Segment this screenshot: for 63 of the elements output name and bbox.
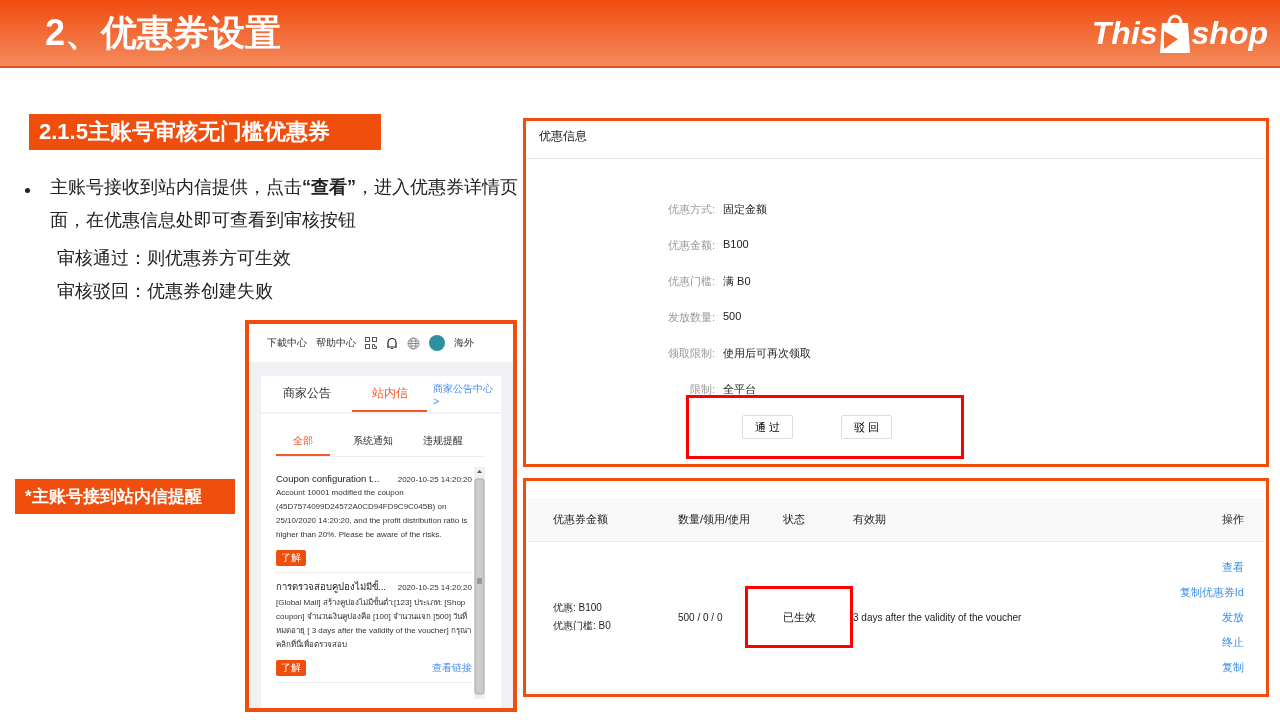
column-header: 有效期	[853, 512, 887, 527]
message-title: Coupon configuration t...	[276, 473, 380, 484]
column-header: 数量/领用/使用	[678, 512, 752, 527]
field-value: 使用后可再次领取	[723, 346, 811, 361]
filter-tab[interactable]: 系统通知	[346, 434, 400, 456]
avatar-icon[interactable]	[429, 335, 445, 351]
table-cell-text: 3 days after the validity of the voucher	[853, 611, 1023, 623]
filter-tab[interactable]: 违规提醒	[416, 434, 470, 456]
bullet-icon	[25, 188, 30, 193]
action-link[interactable]: 复制优惠券Id	[1179, 584, 1244, 600]
acknowledge-button[interactable]: 了解	[276, 550, 306, 566]
table-cell-text: 优惠门槛: B0	[553, 619, 612, 633]
action-link[interactable]: 复制	[1222, 659, 1244, 675]
note-text: 审核驳回：优惠券创建失败	[56, 280, 274, 303]
field-value: 全平台	[723, 382, 756, 397]
action-link[interactable]: 终止	[1222, 634, 1244, 650]
bullet-text: 主账号接收到站内信提供，点击“查看”，进入优惠券详情页面，在优惠信息处即可查看到审核按钮	[50, 176, 519, 232]
field-label: 限制:	[688, 382, 715, 397]
shopping-bag-icon	[1159, 13, 1190, 53]
field-value: 固定金额	[723, 202, 767, 217]
column-header: 优惠券金额	[552, 512, 609, 527]
globe-icon[interactable]	[407, 336, 420, 350]
message-body: [Global Mall] สร้างคูปองไม่มีขั้นต่ำ:[123] ประเภท: [Shop coupon] จำนวนเงินคูปองคือ [100] จำนวนแจก [500] วันที่หมดอายุ [ 3 days after the validity of the voucher] กรุณาคลิกที่นี่เพื่อตรวจสอบ	[276, 596, 472, 651]
region-label[interactable]: 海外	[454, 336, 474, 350]
announcement-center-link[interactable]: 商家公告中心 >	[433, 381, 501, 407]
logo-text: This	[1091, 14, 1158, 52]
view-link[interactable]: 查看链接	[432, 661, 472, 675]
status-cell: 已生效	[745, 586, 853, 648]
logo-text: shop	[1191, 14, 1268, 52]
review-button[interactable]: 驳 回	[841, 415, 892, 439]
qr-code-icon[interactable]	[365, 337, 377, 349]
acknowledge-button[interactable]: 了解	[276, 660, 306, 676]
scrollbar[interactable]	[474, 467, 485, 699]
message-body: Account 10001 modified the coupon (45D7574099D24572A0CD94FD9C9C045B) on 25/10/2020 14:20:20, and the profit distribution ratio is higher than 20%. Please be aware of the risks.	[276, 487, 469, 541]
filter-tab[interactable]: 全部	[276, 434, 330, 456]
field-label: 优惠金额:	[666, 238, 715, 253]
field-label: 优惠方式:	[666, 202, 715, 217]
table-cell-text: 优惠: B100	[553, 601, 603, 615]
note-text: 审核通过：则优惠券方可生效	[56, 247, 292, 270]
field-value: B100	[723, 238, 749, 252]
column-header: 状态	[783, 512, 806, 527]
field-value: 满 B0	[723, 274, 751, 289]
bell-icon[interactable]	[386, 336, 398, 350]
field-value: 500	[723, 310, 742, 324]
slide-title: 2、优惠券设置	[45, 10, 282, 55]
review-button[interactable]: 通 过	[742, 415, 793, 439]
action-link[interactable]: 查看	[1222, 559, 1244, 575]
top-link[interactable]: 下載中心	[267, 336, 307, 350]
message-time: 2020-10-25 14:20:20	[397, 583, 472, 592]
message-title: การตรวจสอบคูปองไม่มีขั้...	[276, 579, 386, 594]
tab[interactable]: 商家公告	[269, 376, 345, 412]
table-cell-text: 500 / 0 / 0	[678, 611, 724, 623]
action-link[interactable]: 发放	[1222, 609, 1244, 625]
field-label: 优惠门槛:	[666, 274, 715, 289]
section-title: 2.1.5主账号审核无门槛优惠券	[29, 114, 381, 150]
message-time: 2020-10-25 14:20:20	[397, 475, 472, 484]
field-label: 领取限制:	[666, 346, 715, 361]
column-header: 操作	[1221, 512, 1245, 527]
top-link[interactable]: 帮助中心	[316, 336, 356, 350]
caption-label: *主账号接到站内信提醒	[15, 479, 235, 514]
panel-title: 优惠信息	[526, 121, 1266, 159]
field-label: 发放数量:	[666, 310, 715, 325]
tab[interactable]: 站内信	[352, 376, 428, 412]
